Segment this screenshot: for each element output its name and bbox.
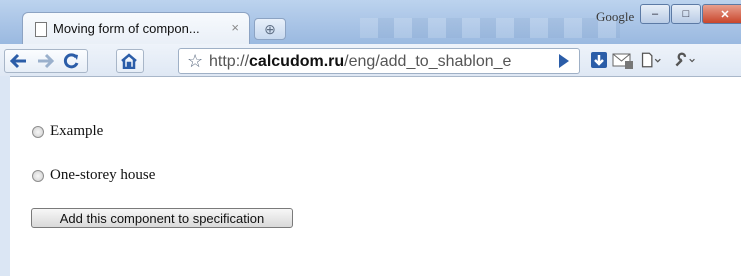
window-controls: – □ ✕ [640,4,741,24]
minimize-button[interactable]: – [640,4,670,24]
window-titlebar: Google – □ ✕ Moving form of compon... × … [0,0,741,45]
option-example[interactable]: Example [32,123,103,140]
option-label: One-storey house [50,167,156,183]
add-component-button[interactable]: Add this component to specification [31,208,293,228]
window-left-border [0,76,10,276]
new-tab-button[interactable]: ⊕ [254,18,286,40]
download-icon[interactable] [588,50,610,70]
page-menu-icon[interactable] [640,50,662,70]
forward-arrow-icon[interactable] [34,51,56,71]
mail-icon[interactable] [612,50,634,70]
browser-tab[interactable]: Moving form of compon... × [22,12,250,45]
back-arrow-icon[interactable] [8,51,30,71]
option-one-storey-house[interactable]: One-storey house [32,167,155,184]
star-icon[interactable]: ☆ [187,51,203,72]
reload-icon[interactable] [60,51,82,71]
tab-title: Moving form of compon... [53,21,200,36]
google-label: Google [596,9,635,24]
option-label: Example [50,123,104,139]
address-bar[interactable]: ☆ http://calcudom.ru/eng/add_to_shablon_… [178,48,580,74]
wrench-icon[interactable] [674,50,696,70]
browser-toolbar: ☆ http://calcudom.ru/eng/add_to_shablon_… [0,44,741,77]
titlebar-background [360,18,620,38]
radio-button[interactable] [32,125,44,138]
radio-button[interactable] [32,169,44,182]
go-arrow-icon[interactable] [559,54,569,68]
page-icon [35,22,47,37]
maximize-button[interactable]: □ [671,4,701,24]
plus-icon: ⊕ [264,20,276,37]
close-window-button[interactable]: ✕ [702,4,741,24]
page-content: Example One-storey house [10,77,741,276]
url-text: http://calcudom.ru/eng/add_to_shablon_e [209,53,512,70]
close-tab-icon[interactable]: × [231,20,239,35]
home-icon[interactable] [118,51,140,71]
